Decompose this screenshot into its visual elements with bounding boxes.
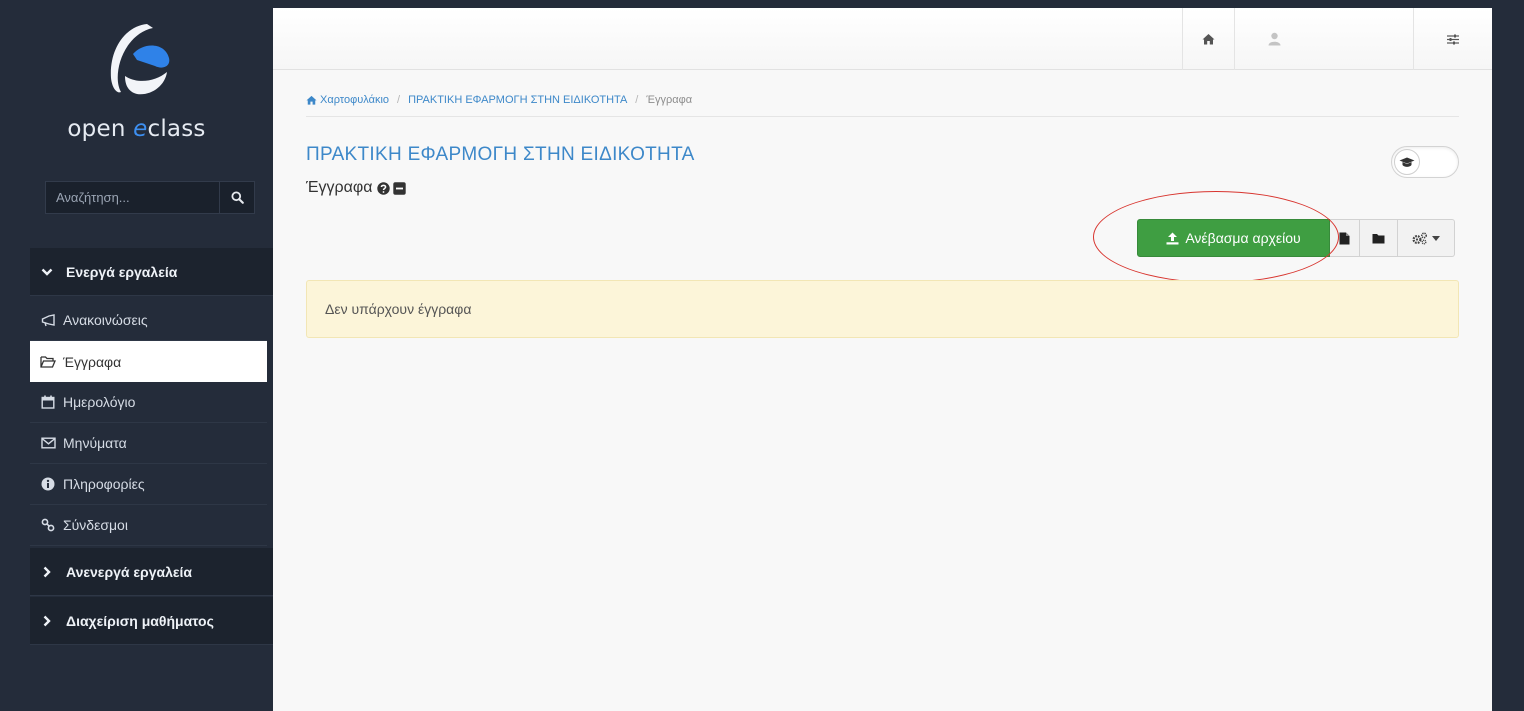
user-icon <box>1268 32 1281 46</box>
caret-down-icon <box>1432 235 1440 241</box>
search-icon <box>230 191 244 204</box>
chevron-right-icon <box>40 614 54 628</box>
search-button[interactable] <box>219 181 255 214</box>
envelope-icon <box>40 436 56 450</box>
sidebar-item-calendar[interactable]: Ημερολόγιο <box>30 382 267 423</box>
home-button[interactable] <box>1182 8 1234 70</box>
breadcrumb-current: Έγγραφα <box>646 94 693 106</box>
sidebar-section-label: Ανενεργά εργαλεία <box>66 563 193 580</box>
upload-file-button[interactable]: Ανέβασμα αρχείου <box>1137 219 1330 257</box>
sidebar-item-messages[interactable]: Μηνύματα <box>30 423 267 464</box>
sliders-icon <box>1447 34 1459 44</box>
info-circle-icon <box>40 477 56 491</box>
brand-name-accent: e <box>133 116 148 142</box>
sidebar-section-active-tools[interactable]: Ενεργά εργαλεία <box>30 248 273 296</box>
course-title[interactable]: ΠΡΑΚΤΙΚΗ ΕΦΑΡΜΟΓΗ ΣΤΗΝ ΕΙΔΙΚΟΤΗΤΑ <box>306 144 695 166</box>
gears-icon <box>1412 231 1428 244</box>
sidebar-section-inactive-tools[interactable]: Ανενεργά εργαλεία <box>30 548 273 596</box>
bullhorn-icon <box>40 313 56 327</box>
brand-name-suffix: class <box>147 116 206 142</box>
brand-name: open eclass <box>0 116 273 142</box>
sidebar-item-label: Πληροφορίες <box>63 476 145 492</box>
home-icon <box>306 95 317 105</box>
upload-file-label: Ανέβασμα αρχείου <box>1185 230 1301 246</box>
page-subtitle-text: Έγγραφα <box>306 179 373 196</box>
document-actions: Ανέβασμα αρχείου <box>1137 219 1455 257</box>
sidebar-section-course-management[interactable]: Διαχείριση μαθήματος <box>30 597 273 645</box>
new-folder-button[interactable] <box>1360 219 1398 257</box>
search-input[interactable] <box>45 181 219 214</box>
eclass-logo-icon[interactable] <box>103 20 173 100</box>
settings-toggle-button[interactable] <box>1413 8 1492 70</box>
more-actions-dropdown[interactable] <box>1398 219 1455 257</box>
home-icon <box>1202 34 1215 45</box>
empty-documents-message: Δεν υπάρχουν έγγραφα <box>325 301 472 317</box>
sidebar-search <box>45 181 255 214</box>
breadcrumb-separator: / <box>397 94 401 106</box>
sidebar-item-links[interactable]: Σύνδεσμοι <box>30 505 267 546</box>
breadcrumb-link-course[interactable]: ΠΡΑΚΤΙΚΗ ΕΦΑΡΜΟΓΗ ΣΤΗΝ ΕΙΔΙΚΟΤΗΤΑ <box>408 94 627 106</box>
file-icon <box>1339 232 1350 244</box>
sidebar-item-label: Έγγραφα <box>63 353 122 370</box>
sidebar-section-label: Διαχείριση μαθήματος <box>66 612 214 629</box>
new-document-button[interactable] <box>1330 219 1360 257</box>
minus-square-icon[interactable] <box>392 181 406 195</box>
question-circle-icon[interactable] <box>376 181 390 195</box>
view-mode-toggle[interactable] <box>1391 146 1459 178</box>
sidebar-item-label: Μηνύματα <box>63 435 127 451</box>
view-mode-knob <box>1394 149 1420 175</box>
user-menu-button[interactable] <box>1234 8 1314 70</box>
breadcrumb-divider <box>306 116 1459 117</box>
sidebar-section-label: Ενεργά εργαλεία <box>66 263 178 280</box>
graduation-cap-icon <box>1399 157 1415 167</box>
top-bar <box>273 8 1492 70</box>
main-content: Χαρτοφυλάκιο / ΠΡΑΚΤΙΚΗ ΕΦΑΡΜΟΓΗ ΣΤΗΝ ΕΙ… <box>273 8 1492 711</box>
link-icon <box>40 518 56 532</box>
sidebar-item-label: Σύνδεσμοι <box>63 517 128 533</box>
folder-icon <box>1372 233 1385 243</box>
chevron-down-icon <box>40 265 54 279</box>
empty-documents-alert: Δεν υπάρχουν έγγραφα <box>306 280 1459 338</box>
sidebar-item-label: Ημερολόγιο <box>63 394 136 410</box>
sidebar: open eclass Ενεργά εργαλεία Ανακοινώσεις… <box>0 0 273 711</box>
brand-name-prefix: open <box>67 116 134 142</box>
sidebar-item-label: Ανακοινώσεις <box>63 312 148 328</box>
calendar-icon <box>40 395 56 409</box>
folder-open-icon <box>40 355 56 369</box>
sidebar-item-announcements[interactable]: Ανακοινώσεις <box>30 300 267 341</box>
page-subtitle: Έγγραφα <box>306 179 406 197</box>
sidebar-item-documents[interactable]: Έγγραφα <box>30 341 267 382</box>
sidebar-item-info[interactable]: Πληροφορίες <box>30 464 267 505</box>
breadcrumb-link-portfolio[interactable]: Χαρτοφυλάκιο <box>320 94 389 106</box>
chevron-right-icon <box>40 565 54 579</box>
breadcrumb-separator: / <box>635 94 639 106</box>
breadcrumb: Χαρτοφυλάκιο / ΠΡΑΚΤΙΚΗ ΕΦΑΡΜΟΓΗ ΣΤΗΝ ΕΙ… <box>306 94 692 106</box>
upload-icon <box>1166 232 1179 245</box>
